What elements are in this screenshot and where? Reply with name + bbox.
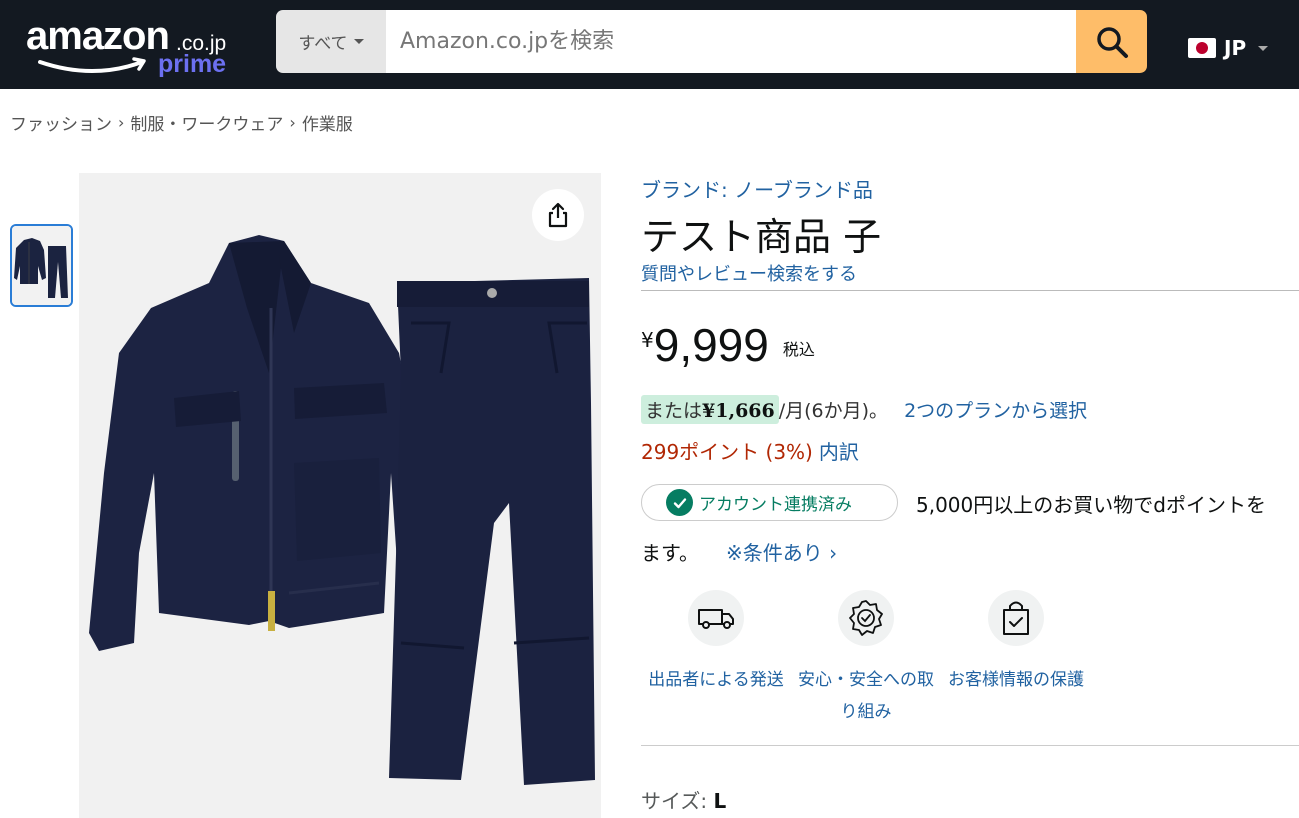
- feature-safety[interactable]: 安心・安全への取り組み: [791, 590, 941, 728]
- size-value: L: [713, 789, 727, 813]
- dpoint-promo-text: 5,000円以上のお買い物でdポイントを: [916, 493, 1266, 517]
- checkmark-icon: [666, 489, 693, 516]
- points-breakdown-link[interactable]: 内訳: [819, 440, 859, 464]
- share-icon: [548, 202, 568, 228]
- divider: [641, 290, 1299, 291]
- points-text: 299ポイント (3%): [641, 440, 813, 464]
- breadcrumb: ファッション › 制服・ワークウェア › 作業服: [10, 110, 353, 135]
- price-symbol: ¥: [641, 328, 654, 352]
- feature-label: 安心・安全への取り組み: [798, 670, 934, 722]
- installment-prefix: または: [645, 400, 703, 422]
- account-linked-label: アカウント連携済み: [699, 495, 852, 515]
- chevron-right-icon: ›: [118, 113, 125, 132]
- chevron-down-icon: [1258, 45, 1269, 51]
- size-label: サイズ:: [641, 789, 714, 813]
- qa-review-search-link[interactable]: 質問やレビュー検索をする: [641, 260, 857, 286]
- japan-flag-icon: [1188, 38, 1216, 58]
- dpoint-promo-text-cont: ます。: [641, 541, 699, 565]
- brand-link[interactable]: ブランド: ノーブランド品: [641, 174, 873, 203]
- share-button[interactable]: [532, 189, 584, 241]
- smile-arrow-icon: [38, 57, 146, 73]
- installment-plans-link[interactable]: 2つのプランから選択: [904, 396, 1087, 423]
- breadcrumb-item[interactable]: 制服・ワークウェア: [130, 110, 283, 135]
- search-bar: すべて: [276, 10, 1147, 73]
- installment-badge: または¥1,666: [641, 395, 779, 424]
- amazon-logo[interactable]: amazon .co.jp prime: [26, 12, 246, 80]
- delivery-truck-icon: [688, 590, 744, 646]
- top-nav: amazon .co.jp prime すべて JP: [0, 0, 1299, 89]
- installment-period: /月(6か月)。: [778, 400, 889, 422]
- breadcrumb-item[interactable]: 作業服: [302, 110, 353, 135]
- size-selector-label: サイズ: L: [641, 785, 726, 814]
- price-value: 9,999: [653, 319, 769, 371]
- feature-seller-shipping[interactable]: 出品者による発送: [641, 590, 791, 728]
- feature-privacy[interactable]: お客様情報の保護: [941, 590, 1091, 728]
- search-category-label: すべて: [298, 34, 348, 54]
- workwear-thumbnail-image: [12, 226, 71, 305]
- search-category-dropdown[interactable]: すべて: [276, 10, 386, 73]
- breadcrumb-item[interactable]: ファッション: [10, 110, 112, 135]
- product-title: テスト商品 子: [641, 215, 882, 259]
- safety-badge-icon: [838, 590, 894, 646]
- trust-features: 出品者による発送 安心・安全への取り組み お客様情報の保護: [641, 590, 1091, 728]
- chevron-down-icon: [353, 39, 364, 44]
- main-product-image[interactable]: [79, 173, 601, 818]
- feature-label: 出品者による発送: [648, 670, 784, 690]
- tax-included-label: 税込: [782, 340, 815, 359]
- installment-info: または¥1,666 /月(6か月)。 2つのプランから選択: [641, 395, 1087, 424]
- secure-bag-icon: [988, 590, 1044, 646]
- search-input[interactable]: [386, 10, 1076, 73]
- feature-label: お客様情報の保護: [948, 670, 1084, 690]
- workwear-set-image: [79, 173, 601, 818]
- conditions-link[interactable]: ※条件あり ›: [726, 537, 837, 566]
- logo-prime: prime: [158, 50, 227, 78]
- language-label: JP: [1224, 36, 1247, 60]
- search-icon: [1096, 26, 1128, 58]
- price-block: ¥ 9,999 税込: [641, 318, 815, 372]
- logo-wordmark: amazon: [26, 14, 170, 58]
- account-linked-badge: アカウント連携済み: [641, 484, 898, 521]
- installment-amount: ¥1,666: [702, 400, 775, 422]
- points-info: 299ポイント (3%) 内訳: [641, 436, 859, 465]
- product-thumbnail[interactable]: [10, 224, 73, 307]
- language-selector[interactable]: JP: [1188, 36, 1269, 60]
- chevron-right-icon: ›: [289, 113, 296, 132]
- search-button[interactable]: [1076, 10, 1147, 73]
- divider: [641, 745, 1299, 746]
